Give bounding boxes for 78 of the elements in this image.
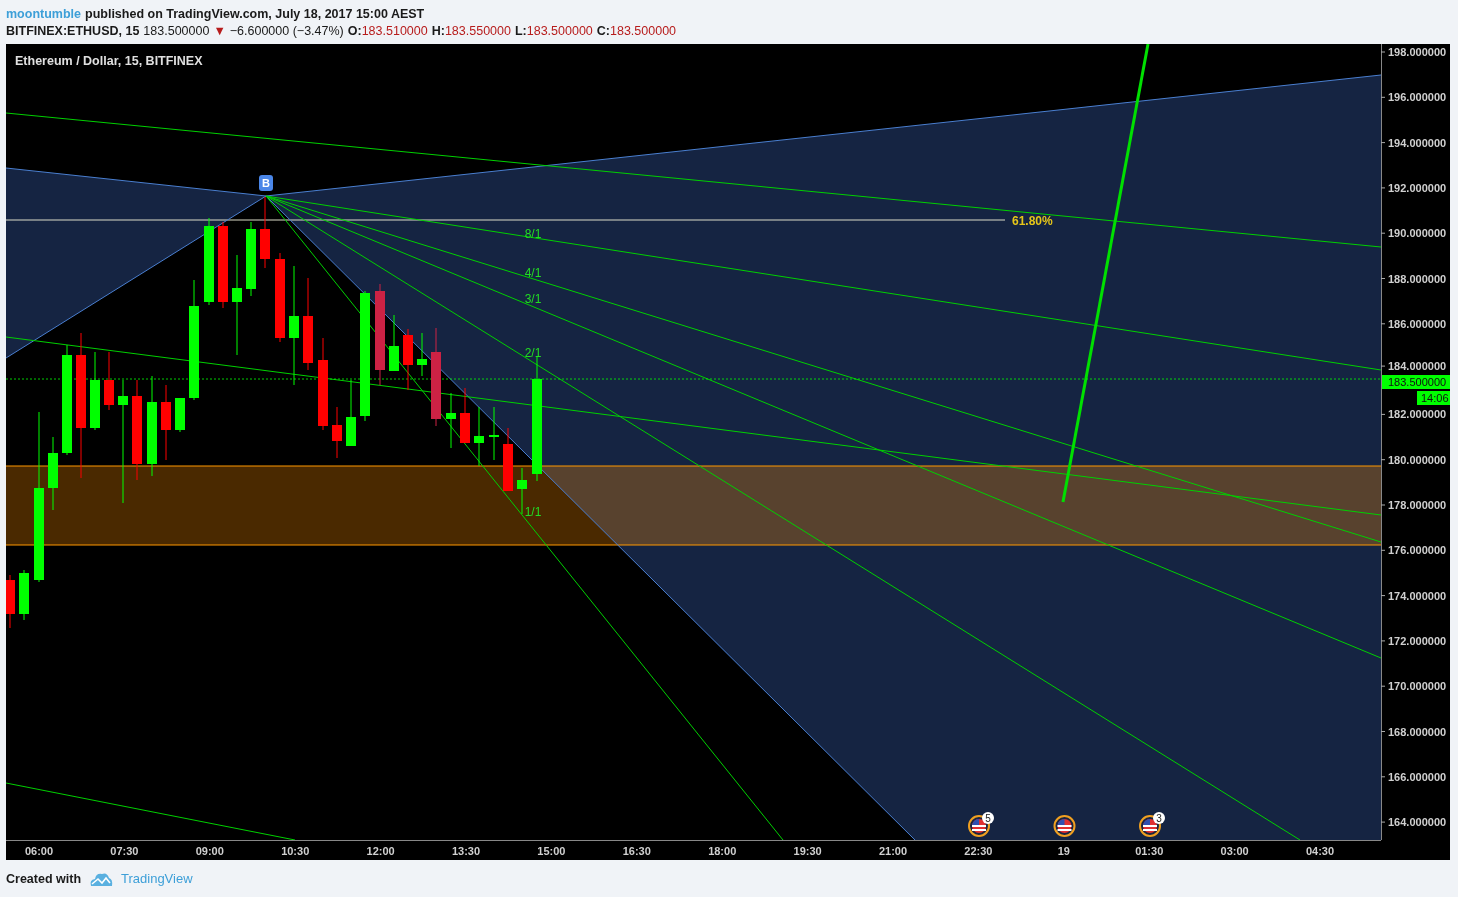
price-axis-label: 192.000000: [1388, 181, 1447, 194]
tradingview-link[interactable]: TradingView: [121, 871, 193, 886]
time-axis-label: 13:30: [451, 845, 481, 857]
flag-icon[interactable]: [1053, 815, 1076, 837]
ohlc-value: 183.550000: [444, 23, 511, 38]
author-link[interactable]: moontumble: [6, 6, 81, 21]
time-axis-label: 19:30: [793, 845, 822, 857]
created-with-label: Created with: [6, 871, 81, 886]
time-axis-label: 22:30: [964, 845, 993, 857]
ohlc-key: H:: [431, 23, 445, 38]
price-axis-label: 184.000000: [1388, 360, 1447, 373]
time-axis-label: 19: [1057, 845, 1070, 857]
price-axis-label: 182.000000: [1388, 408, 1447, 421]
event-count: 5: [985, 812, 991, 824]
time-axis-label: 06:00: [24, 845, 54, 857]
ohlc-value: 183.500000: [610, 23, 677, 38]
ohlc-key: C:: [596, 23, 610, 38]
candlestick: [104, 351, 114, 411]
price-axis-label: 178.000000: [1388, 499, 1447, 511]
time-axis-label: 03:00: [1220, 845, 1249, 857]
ohlc-value: 183.500000: [526, 23, 593, 38]
candlestick: [474, 406, 484, 467]
candlestick: [175, 397, 185, 433]
symbol-label: BITFINEX:ETHUSD, 15: [6, 23, 140, 38]
time-axis-label: 21:00: [878, 845, 908, 857]
time-axis-label: 04:30: [1305, 845, 1335, 857]
fan-ratio-label: 1/1: [524, 505, 542, 519]
price-axis-label: 170.000000: [1388, 680, 1447, 693]
last-price-badge: 183.500000: [1382, 375, 1450, 389]
candlestick: [503, 427, 513, 492]
chart-title: Ethereum / Dollar, 15, BITFINEX: [15, 54, 203, 68]
ohlc-key: L:: [514, 23, 527, 38]
fan-ratio-label: 3/1: [524, 292, 542, 306]
candlestick: [446, 392, 456, 449]
price-axis-label: 174.000000: [1388, 589, 1447, 602]
price-axis-label: 196.000000: [1388, 91, 1447, 104]
candlestick: [346, 379, 356, 447]
fan-ratio-label: 8/1: [524, 227, 542, 241]
time-axis-label: 18:00: [708, 845, 737, 857]
ohlc-key: O:: [347, 23, 362, 38]
change-direction-marker: ▼: [213, 23, 226, 38]
price-axis-label: 190.000000: [1388, 227, 1447, 240]
time-axis-label: 10:30: [281, 845, 310, 857]
publish-info: published on TradingView.com, July 18, 2017 15:00 AEST: [85, 6, 425, 21]
candlestick: [460, 387, 470, 444]
time-axis-label: 09:00: [195, 845, 224, 857]
candlestick: [403, 328, 413, 391]
price-axis-label: 166.000000: [1388, 770, 1447, 783]
candlestick: [6, 574, 15, 629]
countdown-badge: 14:06: [1417, 391, 1450, 405]
price-axis-label: 164.000000: [1388, 816, 1447, 829]
time-axis-label: 16:30: [622, 845, 651, 857]
candlestick: [489, 406, 499, 461]
candlestick: [19, 569, 29, 621]
event-count: 3: [1156, 812, 1162, 824]
candlestick: [332, 406, 342, 459]
ohlc-value: 183.510000: [361, 23, 428, 38]
price-axis-label: 198.000000: [1388, 46, 1447, 58]
candlestick: [389, 314, 399, 372]
time-axis-label: 07:30: [110, 845, 139, 857]
pivot-marker-label: B: [262, 177, 270, 189]
time-axis-label: 15:00: [537, 845, 566, 857]
last-price: 183.500000: [143, 23, 210, 38]
fan-ratio-label: 2/1: [524, 346, 542, 360]
fan-ratio-label: 4/1: [524, 266, 542, 280]
fib-level-label: 61.80%: [1012, 214, 1053, 228]
time-axis-label: 12:00: [366, 845, 395, 857]
price-axis-label: 172.000000: [1388, 634, 1447, 647]
price-axis-label: 186.000000: [1388, 317, 1447, 330]
price-axis-label: 188.000000: [1388, 272, 1447, 285]
price-axis-label: 176.000000: [1388, 544, 1447, 557]
candlestick: [517, 467, 527, 515]
price-axis-label: 194.000000: [1388, 136, 1447, 149]
time-axis-label: 01:30: [1135, 845, 1164, 857]
price-axis-label: 168.000000: [1388, 725, 1447, 738]
price-change: −6.600000 (−3.47%): [229, 23, 344, 38]
candlestick: [417, 332, 427, 377]
price-axis-label: 180.000000: [1388, 453, 1447, 466]
